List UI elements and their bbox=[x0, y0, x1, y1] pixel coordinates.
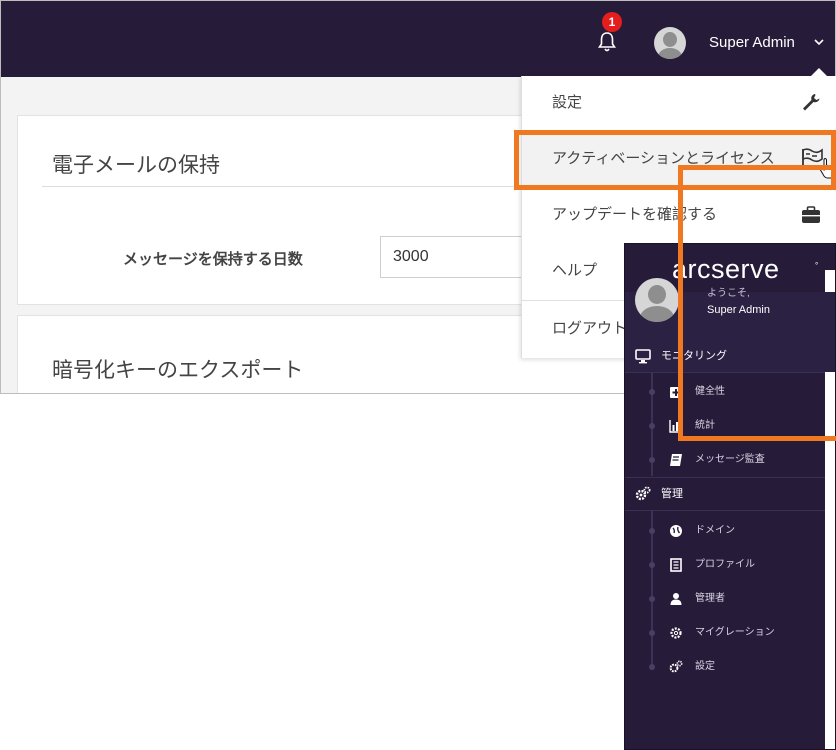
gears-icon bbox=[635, 486, 651, 501]
monitor-icon bbox=[635, 349, 651, 364]
sidebar-item-label: ドメイン bbox=[695, 525, 735, 536]
sidebar-item-domain[interactable]: ドメイン bbox=[625, 514, 825, 548]
tree-dot bbox=[649, 664, 655, 670]
wrench-icon bbox=[803, 94, 820, 111]
menu-item-label: ヘルプ bbox=[552, 262, 598, 279]
gears-icon bbox=[669, 660, 683, 673]
sidebar-item-label: プロファイル bbox=[695, 559, 755, 570]
menu-item-label: ログアウト bbox=[552, 320, 628, 337]
tree-dot bbox=[649, 630, 655, 636]
sidebar-item-label: メッセージ監査 bbox=[695, 454, 765, 465]
notification-badge: 1 bbox=[602, 12, 622, 32]
avatar bbox=[635, 278, 679, 322]
sidebar-item-migration[interactable]: マイグレーション bbox=[625, 616, 825, 650]
tree-dot bbox=[649, 457, 655, 463]
user-icon bbox=[670, 593, 682, 605]
sidebar-section-label: 管理 bbox=[661, 488, 683, 500]
menu-item-label: 設定 bbox=[552, 94, 583, 111]
top-navbar: 1 Super Admin bbox=[1, 1, 835, 77]
tree-dot bbox=[649, 389, 655, 395]
sidebar-item-profile[interactable]: プロファイル bbox=[625, 548, 825, 582]
tree-dot bbox=[649, 596, 655, 602]
user-menu-toggle[interactable]: Super Admin bbox=[709, 34, 795, 51]
divider bbox=[625, 510, 825, 511]
dropdown-caret bbox=[811, 68, 827, 76]
notification-bell-icon[interactable] bbox=[597, 31, 617, 53]
globe-icon bbox=[670, 525, 682, 537]
tree-dot bbox=[649, 562, 655, 568]
sidebar-item-label: 管理者 bbox=[695, 593, 725, 604]
sidebar-item-administrators[interactable]: 管理者 bbox=[625, 582, 825, 616]
retention-days-label: メッセージを保持する日数 bbox=[123, 251, 303, 268]
sidebar-item-label: マイグレーション bbox=[695, 627, 775, 638]
sidebar-section-management[interactable]: 管理 bbox=[625, 478, 825, 510]
tree-dot bbox=[649, 528, 655, 534]
menu-item-settings[interactable]: 設定 bbox=[522, 76, 836, 130]
book-icon bbox=[670, 454, 682, 466]
retention-title: 電子メールの保持 bbox=[52, 154, 220, 177]
sidebar-item-label: 設定 bbox=[695, 661, 715, 672]
avatar[interactable] bbox=[654, 27, 686, 59]
migration-icon bbox=[670, 627, 682, 639]
export-title: 暗号化キーのエクスポート bbox=[52, 359, 304, 382]
retention-days-input[interactable] bbox=[380, 236, 540, 278]
sidebar-item-settings[interactable]: 設定 bbox=[625, 650, 825, 684]
tree-dot bbox=[649, 423, 655, 429]
sidebar-highlight-box bbox=[678, 165, 836, 441]
sidebar-item-message-audit[interactable]: メッセージ監査 bbox=[625, 443, 825, 477]
chevron-down-icon[interactable] bbox=[813, 36, 825, 48]
profile-icon bbox=[670, 558, 682, 572]
